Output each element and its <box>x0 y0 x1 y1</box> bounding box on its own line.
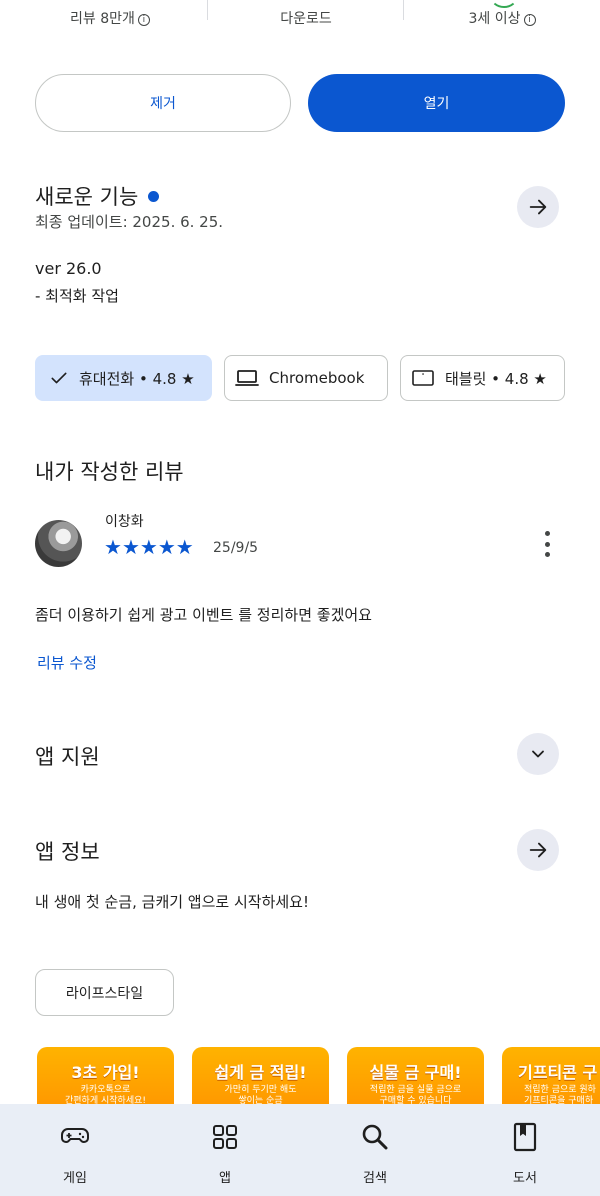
star-rating: ★ ★ ★ ★ ★ <box>104 536 194 558</box>
version-text: ver 26.0 <box>35 259 102 278</box>
nav-label: 검색 <box>363 1171 387 1186</box>
nav-label: 앱 <box>219 1171 231 1186</box>
edit-review-link[interactable]: 리뷰 수정 <box>37 652 97 673</box>
avatar <box>35 520 82 567</box>
stat-divider <box>207 0 208 20</box>
whats-new-header[interactable]: 새로운 기능 <box>35 181 160 211</box>
screenshot-card[interactable]: 기프티콘 구 적립한 금으로 원하 기프티콘을 구매하 <box>502 1047 600 1107</box>
nav-label: 도서 <box>513 1171 537 1186</box>
app-info-title[interactable]: 앱 정보 <box>35 836 100 866</box>
nav-item-books[interactable]: 도서 <box>475 1104 575 1196</box>
nav-item-apps[interactable]: 앱 <box>175 1104 275 1196</box>
category-chip[interactable]: 라이프스타일 <box>35 969 174 1016</box>
screenshot-card[interactable]: 실물 금 구매! 적립한 금을 실물 금으로 구매할 수 있습니다 <box>347 1047 484 1107</box>
device-chip-label: 휴대전화 • 4.8 ★ <box>79 369 195 388</box>
apps-grid-icon <box>210 1122 240 1152</box>
open-button[interactable]: 열기 <box>308 74 565 132</box>
nav-item-search[interactable]: 검색 <box>325 1104 425 1196</box>
device-chip-tablet[interactable]: 태블릿 • 4.8 ★ <box>400 355 565 401</box>
app-stats-row: 리뷰 8만개 i 다운로드 3세 이상 i <box>0 0 600 40</box>
screenshot-card[interactable]: 쉽게 금 적립! 가만히 두기만 해도 쌓이는 순금 <box>192 1047 329 1107</box>
search-icon <box>360 1122 390 1152</box>
reviews-count: 리뷰 8만개 <box>70 11 135 27</box>
device-chip-label: Chromebook <box>269 369 365 387</box>
reviewer-name: 이창화 <box>105 514 144 530</box>
age-stat[interactable]: 3세 이상 i <box>422 8 582 28</box>
whats-new-title: 새로운 기능 <box>35 185 139 209</box>
info-icon: i <box>523 14 536 26</box>
star-icon: ★ <box>121 535 140 559</box>
device-chip-label: 태블릿 • 4.8 ★ <box>445 369 547 388</box>
reviews-stat[interactable]: 리뷰 8만개 i <box>30 8 190 28</box>
star-icon: ★ <box>139 535 158 559</box>
screenshot-title: 기프티콘 구 <box>518 1063 598 1082</box>
star-icon: ★ <box>175 535 194 559</box>
remove-button[interactable]: 제거 <box>35 74 291 132</box>
age-rating-label: 3세 이상 <box>468 11 521 27</box>
screenshot-carousel[interactable]: 3초 가입! 카카오톡으로 간편하게 시작하세요! 쉽게 금 적립! 가만히 두… <box>0 1047 600 1107</box>
gamepad-icon <box>60 1122 90 1152</box>
nav-label: 게임 <box>63 1171 87 1186</box>
new-indicator-dot <box>148 191 160 202</box>
book-icon <box>510 1122 540 1152</box>
review-date: 25/9/5 <box>213 540 259 556</box>
app-info-arrow-button[interactable] <box>517 829 559 871</box>
screenshot-card[interactable]: 3초 가입! 카카오톡으로 간편하게 시작하세요! <box>37 1047 174 1107</box>
app-support-title[interactable]: 앱 지원 <box>35 741 100 771</box>
check-icon <box>51 372 67 384</box>
tablet-icon <box>412 370 434 386</box>
device-chip-phone[interactable]: 휴대전화 • 4.8 ★ <box>35 355 212 401</box>
app-description: 내 생애 첫 순금, 금캐기 앱으로 시작하세요! <box>35 893 309 911</box>
age-rating-icon <box>490 0 518 8</box>
release-notes-text: - 최적화 작업 <box>35 287 119 305</box>
downloads-label: 다운로드 <box>280 11 332 27</box>
nav-item-games[interactable]: 게임 <box>25 1104 125 1196</box>
stat-divider <box>403 0 404 20</box>
screenshot-title: 쉽게 금 적립! <box>214 1063 307 1082</box>
device-chip-chromebook[interactable]: Chromebook <box>224 355 388 401</box>
screenshot-title: 실물 금 구매! <box>369 1063 462 1082</box>
app-support-expand-button[interactable] <box>517 733 559 775</box>
more-options-icon[interactable] <box>538 531 556 557</box>
star-icon: ★ <box>104 535 122 559</box>
my-review-title: 내가 작성한 리뷰 <box>35 460 184 484</box>
whats-new-arrow-button[interactable] <box>517 186 559 228</box>
star-icon: ★ <box>157 535 176 559</box>
info-icon: i <box>137 14 150 26</box>
last-updated-text: 최종 업데이트: 2025. 6. 25. <box>35 213 224 231</box>
downloads-stat: 다운로드 <box>226 8 386 28</box>
screenshot-title: 3초 가입! <box>71 1063 140 1082</box>
bottom-navigation: 게임 앱 검색 도서 <box>0 1104 600 1196</box>
arrow-right-icon <box>529 199 547 215</box>
arrow-right-icon <box>529 842 547 858</box>
laptop-icon <box>235 370 259 386</box>
review-text: 좀더 이용하기 쉽게 광고 이벤트 를 정리하면 좋겠어요 <box>35 606 372 624</box>
chevron-down-icon <box>532 750 544 758</box>
